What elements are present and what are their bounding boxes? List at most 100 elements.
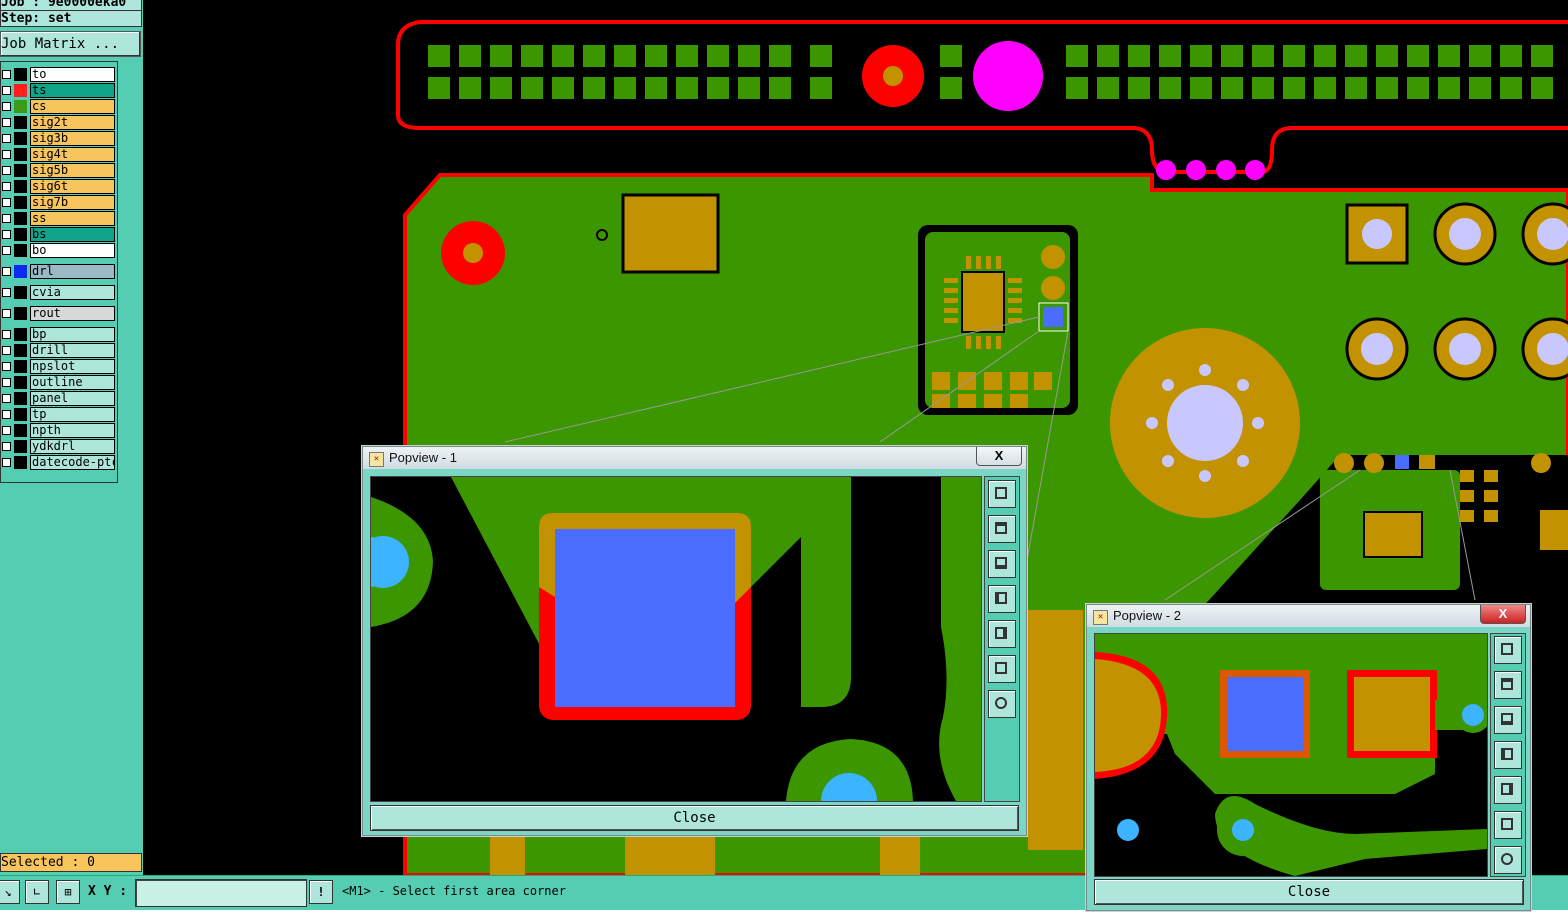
layer-checkbox[interactable] — [2, 288, 11, 297]
layer-color-swatch[interactable] — [14, 440, 27, 453]
layer-name[interactable]: drl — [30, 264, 115, 279]
layer-color-swatch[interactable] — [14, 408, 27, 421]
popview-2-close-button[interactable]: Close — [1094, 879, 1524, 905]
layer-row-tp[interactable]: tp — [1, 407, 115, 422]
layer-checkbox[interactable] — [2, 442, 11, 451]
layer-checkbox[interactable] — [2, 214, 11, 223]
layer-checkbox[interactable] — [2, 309, 11, 318]
pan-down-icon[interactable] — [1494, 706, 1522, 734]
layer-row-drl[interactable]: drl — [1, 264, 115, 279]
layer-name[interactable]: ydkdrl — [30, 439, 115, 454]
pan-right-icon[interactable] — [1494, 776, 1522, 804]
layer-row-bs[interactable]: bs — [1, 227, 115, 242]
layer-name[interactable]: cvia — [30, 285, 115, 300]
pan-down-icon[interactable] — [988, 550, 1016, 578]
layer-checkbox[interactable] — [2, 70, 11, 79]
layer-row-cvia[interactable]: cvia — [1, 285, 115, 300]
pan-left-icon[interactable] — [988, 585, 1016, 613]
layer-color-swatch[interactable] — [14, 196, 27, 209]
layer-name[interactable]: bp — [30, 327, 115, 342]
layer-color-swatch[interactable] — [14, 265, 27, 278]
popview-1-titlebar[interactable]: ✕ Popview - 1 X — [363, 447, 1026, 469]
restore-view-icon[interactable] — [988, 480, 1016, 508]
layer-row-sig3b[interactable]: sig3b — [1, 131, 115, 146]
zoom-arrow-icon[interactable]: ↘ — [0, 880, 20, 904]
layer-checkbox[interactable] — [2, 410, 11, 419]
layer-row-sig5b[interactable]: sig5b — [1, 163, 115, 178]
popview-2-close-x[interactable]: X — [1480, 605, 1526, 624]
layer-color-swatch[interactable] — [14, 376, 27, 389]
layer-checkbox[interactable] — [2, 118, 11, 127]
layer-color-swatch[interactable] — [14, 116, 27, 129]
layer-checkbox[interactable] — [2, 198, 11, 207]
layer-color-swatch[interactable] — [14, 212, 27, 225]
layer-name[interactable]: bo — [30, 243, 115, 258]
layer-name[interactable]: sig4t — [30, 147, 115, 162]
layer-checkbox[interactable] — [2, 362, 11, 371]
popview-1-window[interactable]: ✕ Popview - 1 X Close — [362, 446, 1027, 836]
layer-name[interactable]: sig2t — [30, 115, 115, 130]
layer-color-swatch[interactable] — [14, 68, 27, 81]
layer-name[interactable]: sig3b — [30, 131, 115, 146]
popview-2-canvas[interactable] — [1094, 633, 1488, 877]
layer-row-rout[interactable]: rout — [1, 306, 115, 321]
layer-name[interactable]: npslot — [30, 359, 115, 374]
layer-color-swatch[interactable] — [14, 344, 27, 357]
layer-name[interactable]: datecode-ptc — [30, 455, 115, 470]
layer-row-panel[interactable]: panel — [1, 391, 115, 406]
layer-name[interactable]: sig5b — [30, 163, 115, 178]
layer-color-swatch[interactable] — [14, 456, 27, 469]
layer-checkbox[interactable] — [2, 230, 11, 239]
popview-2-window[interactable]: ✕ Popview - 2 X Close — [1086, 604, 1531, 911]
layer-name[interactable]: cs — [30, 99, 115, 114]
layer-row-cs[interactable]: cs — [1, 99, 115, 114]
layer-name[interactable]: outline — [30, 375, 115, 390]
layer-name[interactable]: rout — [30, 306, 115, 321]
layer-row-npth[interactable]: npth — [1, 423, 115, 438]
layer-name[interactable]: sig7b — [30, 195, 115, 210]
layer-row-ts[interactable]: ts — [1, 83, 115, 98]
zoom-out-icon[interactable] — [1494, 846, 1522, 874]
layer-color-swatch[interactable] — [14, 328, 27, 341]
layer-row-ydkdrl[interactable]: ydkdrl — [1, 439, 115, 454]
layer-checkbox[interactable] — [2, 426, 11, 435]
layer-color-swatch[interactable] — [14, 286, 27, 299]
layer-color-swatch[interactable] — [14, 307, 27, 320]
layer-name[interactable]: drill — [30, 343, 115, 358]
zoom-out-icon[interactable] — [988, 690, 1016, 718]
layer-color-swatch[interactable] — [14, 164, 27, 177]
layer-row-drill[interactable]: drill — [1, 343, 115, 358]
zoom-in-icon[interactable] — [1494, 811, 1522, 839]
layer-name[interactable]: tp — [30, 407, 115, 422]
layer-row-datecode-ptc[interactable]: datecode-ptc — [1, 455, 115, 470]
popview-2-titlebar[interactable]: ✕ Popview - 2 X — [1087, 605, 1530, 627]
layer-checkbox[interactable] — [2, 102, 11, 111]
layer-name[interactable]: to — [30, 67, 115, 82]
layer-name[interactable]: panel — [30, 391, 115, 406]
layer-checkbox[interactable] — [2, 458, 11, 467]
layer-row-sig7b[interactable]: sig7b — [1, 195, 115, 210]
layer-color-swatch[interactable] — [14, 100, 27, 113]
layer-name[interactable]: bs — [30, 227, 115, 242]
layer-color-swatch[interactable] — [14, 148, 27, 161]
layer-row-sig6t[interactable]: sig6t — [1, 179, 115, 194]
layer-color-swatch[interactable] — [14, 360, 27, 373]
grid-snap-icon[interactable]: ⊞ — [56, 880, 80, 904]
pan-right-icon[interactable] — [988, 620, 1016, 648]
layer-color-swatch[interactable] — [14, 424, 27, 437]
layer-color-swatch[interactable] — [14, 132, 27, 145]
layer-checkbox[interactable] — [2, 182, 11, 191]
layer-color-swatch[interactable] — [14, 392, 27, 405]
layer-name[interactable]: sig6t — [30, 179, 115, 194]
layer-color-swatch[interactable] — [14, 84, 27, 97]
layer-name[interactable]: ss — [30, 211, 115, 226]
pan-up-icon[interactable] — [1494, 671, 1522, 699]
layer-color-swatch[interactable] — [14, 244, 27, 257]
layer-checkbox[interactable] — [2, 150, 11, 159]
layer-checkbox[interactable] — [2, 246, 11, 255]
job-matrix-button[interactable]: Job Matrix ... — [0, 31, 141, 57]
layer-row-npslot[interactable]: npslot — [1, 359, 115, 374]
layer-row-sig2t[interactable]: sig2t — [1, 115, 115, 130]
layer-name[interactable]: ts — [30, 83, 115, 98]
layer-color-swatch[interactable] — [14, 180, 27, 193]
